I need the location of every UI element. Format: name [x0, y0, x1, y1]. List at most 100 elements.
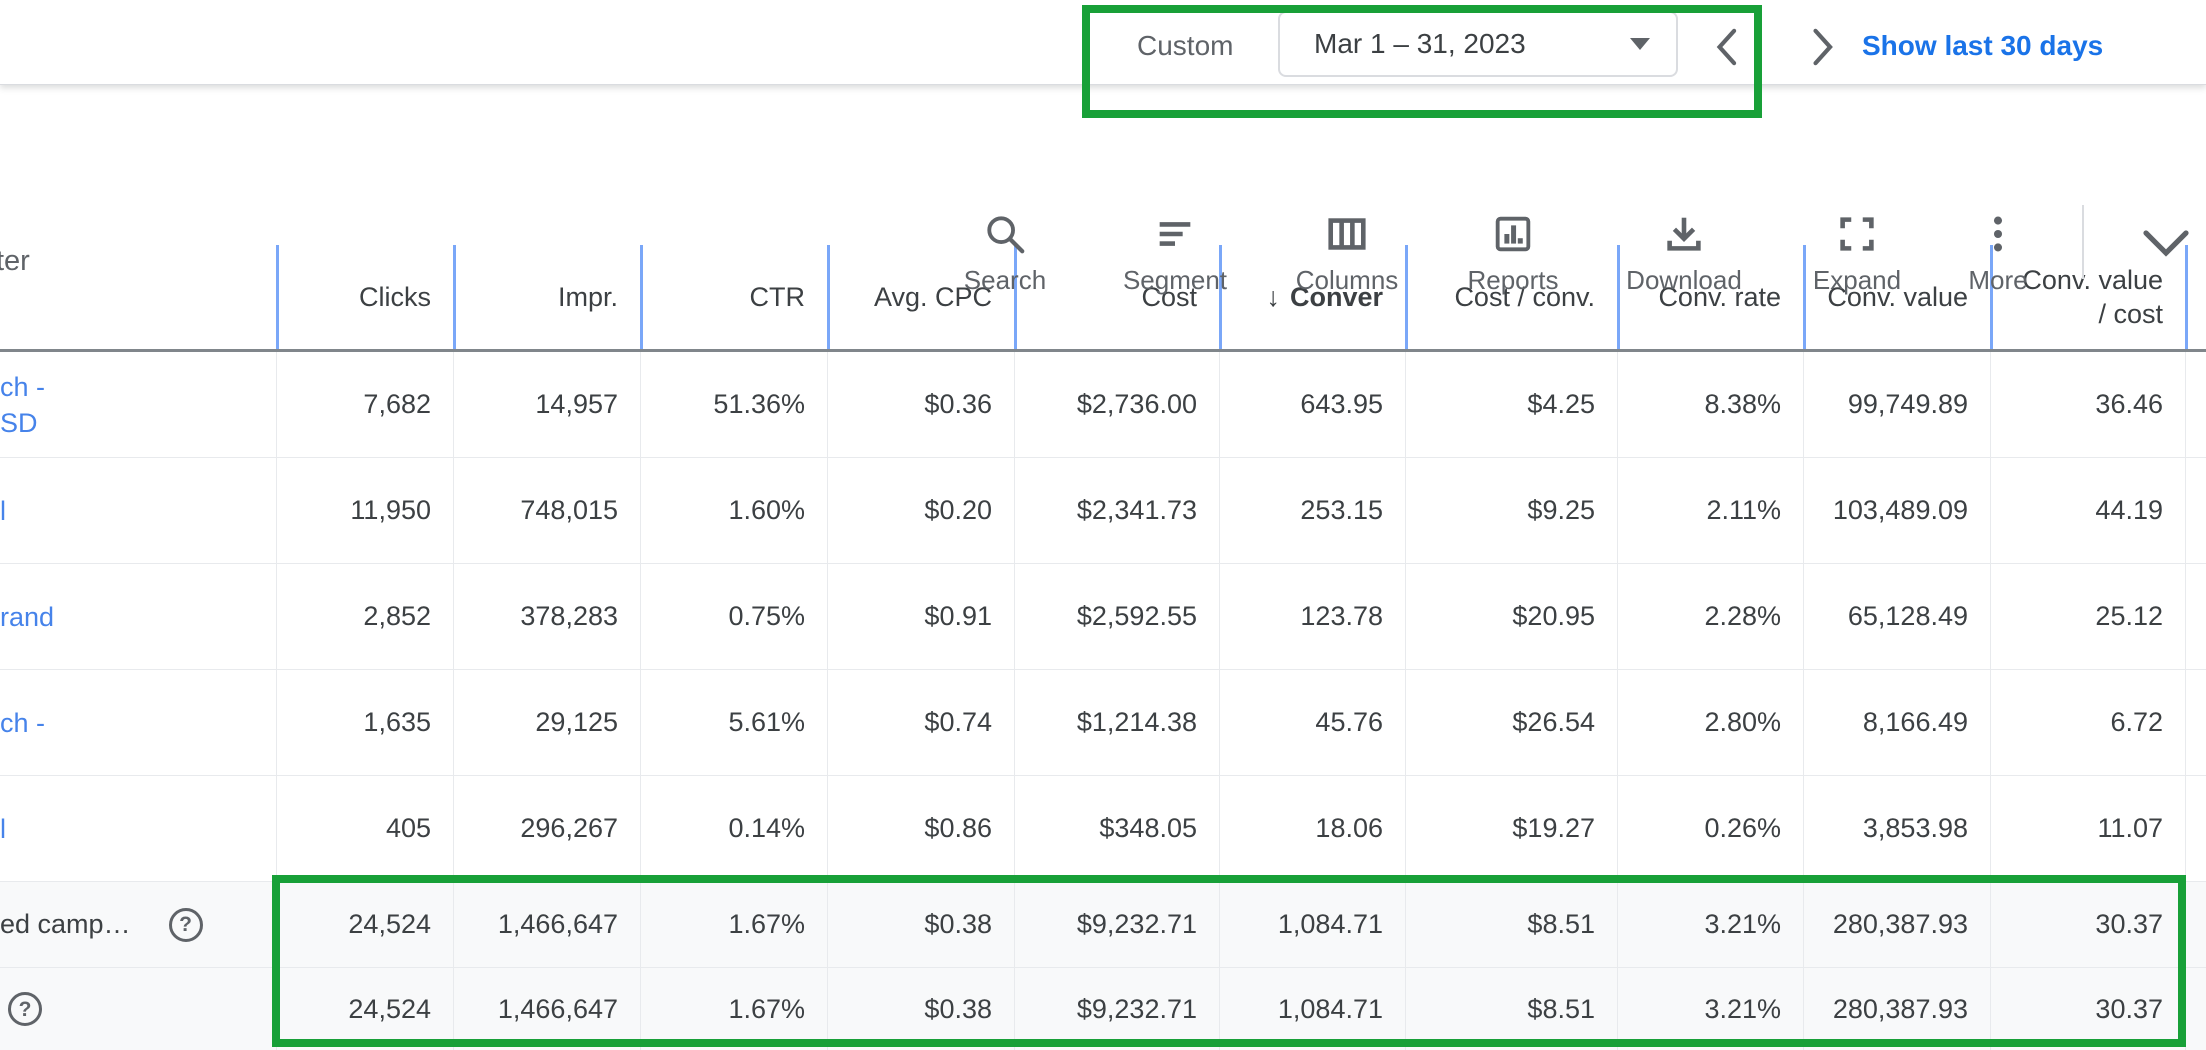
- help-icon[interactable]: ?: [169, 908, 203, 942]
- date-range-dropdown[interactable]: Mar 1 – 31, 2023: [1278, 11, 1678, 77]
- cell-cost-per-conv: $8.51: [1405, 968, 1617, 1050]
- date-range-value: Mar 1 – 31, 2023: [1314, 28, 1526, 60]
- toolbar-download-button[interactable]: Download: [1596, 211, 1772, 296]
- toolbar-more-button[interactable]: More: [1910, 211, 2086, 296]
- cell-conversions: 18.06: [1219, 776, 1405, 881]
- toolbar-label: Segment: [1123, 265, 1227, 296]
- cell-avg-cpc: $0.38: [827, 882, 1014, 967]
- cell-impressions: 29,125: [453, 670, 640, 775]
- cell-avg-cpc: $0.86: [827, 776, 1014, 881]
- toolbar-label: Columns: [1296, 265, 1399, 296]
- date-range-bar: Custom Mar 1 – 31, 2023 Show last 30 day…: [0, 0, 2206, 85]
- cell-conv-value-per-cost: 6.72: [1990, 670, 2185, 775]
- cell-impressions: 14,957: [453, 352, 640, 457]
- chevron-right-icon: [1802, 26, 1842, 68]
- cell-ctr: 1.67%: [640, 882, 827, 967]
- cell-cost: $2,592.55: [1014, 564, 1219, 669]
- cell-conv-value-per-cost: 44.19: [1990, 458, 2185, 563]
- collapse-table-button[interactable]: [2138, 225, 2194, 265]
- table-row: rand 2,852 378,283 0.75% $0.91 $2,592.55…: [0, 564, 2206, 670]
- toolbar-search-button[interactable]: Search: [917, 211, 1093, 296]
- dropdown-caret-icon: [1630, 38, 1650, 50]
- cell-conv-value-per-cost: 25.12: [1990, 564, 2185, 669]
- google-ads-campaign-table-screen: Custom Mar 1 – 31, 2023 Show last 30 day…: [0, 0, 2206, 1050]
- cell-conv-value-per-cost: 30.37: [1990, 968, 2185, 1050]
- cell-clicks: 405: [276, 776, 453, 881]
- cell-partial: [2185, 776, 2206, 881]
- cell-conversions: 45.76: [1219, 670, 1405, 775]
- expand-icon: [1834, 211, 1880, 257]
- cell-conversions: 1,084.71: [1219, 882, 1405, 967]
- campaign-link[interactable]: ch -SD: [0, 352, 276, 457]
- previous-period-button[interactable]: [1706, 26, 1746, 68]
- cell-impressions: 1,466,647: [453, 882, 640, 967]
- column-header-impressions[interactable]: Impr.: [453, 245, 640, 349]
- cell-impressions: 296,267: [453, 776, 640, 881]
- date-range-type-label[interactable]: Custom: [1137, 30, 1233, 62]
- campaign-stats-table: Clicks Impr. CTR Avg. CPC Cost ↓ Conver …: [0, 245, 2206, 1050]
- cell-conv-value: 8,166.49: [1803, 670, 1990, 775]
- cell-clicks: 7,682: [276, 352, 453, 457]
- total-row-account: ? 24,524 1,466,647 1.67% $0.38 $9,232.71…: [0, 968, 2206, 1050]
- column-header-clicks[interactable]: Clicks: [276, 245, 453, 349]
- cell-partial: [2185, 458, 2206, 563]
- cell-cost: $2,736.00: [1014, 352, 1219, 457]
- next-period-button[interactable]: [1802, 26, 1842, 68]
- campaign-link[interactable]: l: [0, 458, 276, 563]
- campaign-link[interactable]: l: [0, 776, 276, 881]
- toolbar-label: Search: [964, 265, 1046, 296]
- cell-partial: [2185, 564, 2206, 669]
- toolbar-label: Expand: [1813, 265, 1901, 296]
- cell-cost-per-conv: $26.54: [1405, 670, 1617, 775]
- columns-icon: [1324, 211, 1370, 257]
- cell-avg-cpc: $0.20: [827, 458, 1014, 563]
- total-row-filtered-campaigns: ed camp… ? 24,524 1,466,647 1.67% $0.38 …: [0, 882, 2206, 968]
- cell-conversions: 253.15: [1219, 458, 1405, 563]
- toolbar-reports-button[interactable]: Reports: [1425, 211, 1601, 296]
- more-icon: [1975, 211, 2021, 257]
- toolbar-divider: [2082, 205, 2084, 279]
- cell-conv-rate: 2.80%: [1617, 670, 1803, 775]
- cell-cost-per-conv: $4.25: [1405, 352, 1617, 457]
- cell-conv-rate: 2.11%: [1617, 458, 1803, 563]
- toolbar-label: More: [1968, 265, 2027, 296]
- cell-cost-per-conv: $8.51: [1405, 882, 1617, 967]
- cell-ctr: 1.67%: [640, 968, 827, 1050]
- cell-partial: [2185, 968, 2206, 1050]
- cell-conv-value: 3,853.98: [1803, 776, 1990, 881]
- cell-conversions: 1,084.71: [1219, 968, 1405, 1050]
- column-header-ctr[interactable]: CTR: [640, 245, 827, 349]
- cell-cost-per-conv: $9.25: [1405, 458, 1617, 563]
- cell-cost-per-conv: $19.27: [1405, 776, 1617, 881]
- cell-ctr: 0.75%: [640, 564, 827, 669]
- campaign-link[interactable]: rand: [0, 564, 276, 669]
- cell-cost-per-conv: $20.95: [1405, 564, 1617, 669]
- toolbar-segment-button[interactable]: Segment: [1087, 211, 1263, 296]
- cell-ctr: 1.60%: [640, 458, 827, 563]
- cell-cost: $2,341.73: [1014, 458, 1219, 563]
- cell-clicks: 2,852: [276, 564, 453, 669]
- table-row: ch - 1,635 29,125 5.61% $0.74 $1,214.38 …: [0, 670, 2206, 776]
- download-icon: [1661, 211, 1707, 257]
- show-last-30-days-link[interactable]: Show last 30 days: [1862, 30, 2103, 62]
- cell-conv-value: 280,387.93: [1803, 968, 1990, 1050]
- cell-conv-value: 280,387.93: [1803, 882, 1990, 967]
- cell-impressions: 378,283: [453, 564, 640, 669]
- toolbar-columns-button[interactable]: Columns: [1259, 211, 1435, 296]
- cell-conv-rate: 3.21%: [1617, 882, 1803, 967]
- cell-conv-value: 99,749.89: [1803, 352, 1990, 457]
- cell-conv-rate: 3.21%: [1617, 968, 1803, 1050]
- cell-conv-value-per-cost: 36.46: [1990, 352, 2185, 457]
- cell-avg-cpc: $0.74: [827, 670, 1014, 775]
- cell-conv-value-per-cost: 30.37: [1990, 882, 2185, 967]
- cell-cost: $9,232.71: [1014, 968, 1219, 1050]
- search-icon: [982, 211, 1028, 257]
- cell-ctr: 5.61%: [640, 670, 827, 775]
- chevron-down-icon: [2140, 227, 2192, 261]
- total-row-label: ed camp… ?: [0, 882, 276, 967]
- cell-partial: [2185, 352, 2206, 457]
- cell-impressions: 1,466,647: [453, 968, 640, 1050]
- campaign-link[interactable]: ch -: [0, 670, 276, 775]
- help-icon[interactable]: ?: [8, 992, 42, 1026]
- filter-label-fragment[interactable]: ter: [0, 245, 30, 278]
